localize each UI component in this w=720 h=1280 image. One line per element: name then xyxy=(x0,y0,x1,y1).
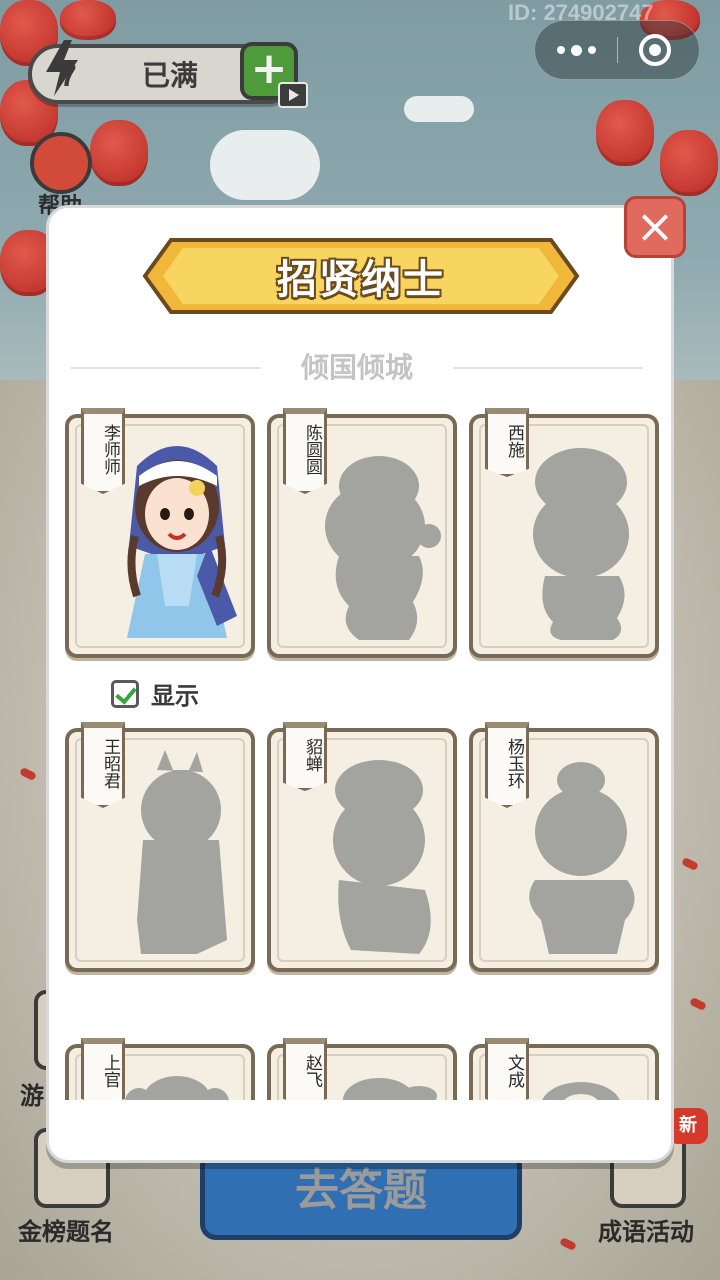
character-card-zhao-fei[interactable]: 赵飞 xyxy=(267,1038,457,1100)
section-title: 倾国倾城 xyxy=(300,351,413,384)
character-card-chen-yuanyuan[interactable]: 陈圆圆 xyxy=(267,408,457,658)
help-button[interactable] xyxy=(30,132,92,194)
idiom-activity-label: 成语活动 xyxy=(598,1218,694,1246)
exit-miniprogram-button[interactable] xyxy=(639,34,671,66)
lantern-decoration xyxy=(596,100,654,166)
lantern-decoration xyxy=(60,0,116,40)
character-card-xi-shi[interactable]: 西施 xyxy=(469,408,659,658)
character-name-tag: 赵飞 xyxy=(283,1038,327,1100)
close-button[interactable]: × xyxy=(624,196,686,258)
answer-button[interactable]: 去答题 xyxy=(200,1150,522,1240)
display-checkbox[interactable] xyxy=(111,679,139,708)
character-name-tag: 王昭君 xyxy=(81,722,125,808)
title-banner: 招贤纳士 xyxy=(141,234,581,318)
cloud-decoration xyxy=(210,130,320,200)
section-header: 倾国倾城 xyxy=(71,346,643,386)
more-dots-icon xyxy=(587,46,596,54)
lantern-decoration xyxy=(660,130,718,196)
display-label: 显示 xyxy=(151,682,199,710)
character-card-li-shishi[interactable]: 李师师 xyxy=(65,408,255,658)
more-dots-icon xyxy=(570,44,582,56)
character-grid[interactable]: 李师师 陈圆圆 西施 显示 王昭君 貂蝉 杨玉环 上官 赵飞 文成 xyxy=(49,388,671,1100)
more-menu-button[interactable] xyxy=(535,21,617,79)
cloud-decoration xyxy=(404,96,474,122)
recruit-modal: 招贤纳士 倾国倾城 李师师 陈圆圆 西施 显示 王昭君 貂蝉 杨玉环 上官 赵飞… xyxy=(46,205,674,1163)
character-card-wencheng[interactable]: 文成 xyxy=(469,1038,659,1100)
miniprogram-capsule xyxy=(534,20,700,80)
leaderboard-label: 金榜题名 xyxy=(18,1218,114,1246)
character-card-shangguan[interactable]: 上官 xyxy=(65,1038,255,1100)
character-card-yang-yuhuan[interactable]: 杨玉环 xyxy=(469,722,659,972)
character-card-diao-chan[interactable]: 貂蝉 xyxy=(267,722,457,972)
video-ad-icon xyxy=(278,82,308,108)
character-name-tag: 上官 xyxy=(81,1038,125,1100)
new-badge: 新 xyxy=(668,1108,708,1144)
capsule-divider xyxy=(617,37,618,63)
energy-count: 7 xyxy=(60,60,77,93)
character-name-tag: 杨玉环 xyxy=(485,722,529,808)
lantern-decoration xyxy=(90,120,148,186)
display-toggle[interactable]: 显示 xyxy=(111,676,199,711)
energy-status: 已满 xyxy=(141,59,198,92)
character-name-tag: 陈圆圆 xyxy=(283,408,327,494)
character-name-tag: 貂蝉 xyxy=(283,722,327,791)
character-name-tag: 西施 xyxy=(485,408,529,477)
more-dots-icon xyxy=(556,46,565,54)
character-name-tag: 文成 xyxy=(485,1038,529,1100)
character-card-wang-zhaojun[interactable]: 王昭君 xyxy=(65,722,255,972)
game-label: 游 xyxy=(20,1082,44,1110)
modal-title: 招贤纳士 xyxy=(277,257,445,303)
character-name-tag: 李师师 xyxy=(81,408,125,494)
